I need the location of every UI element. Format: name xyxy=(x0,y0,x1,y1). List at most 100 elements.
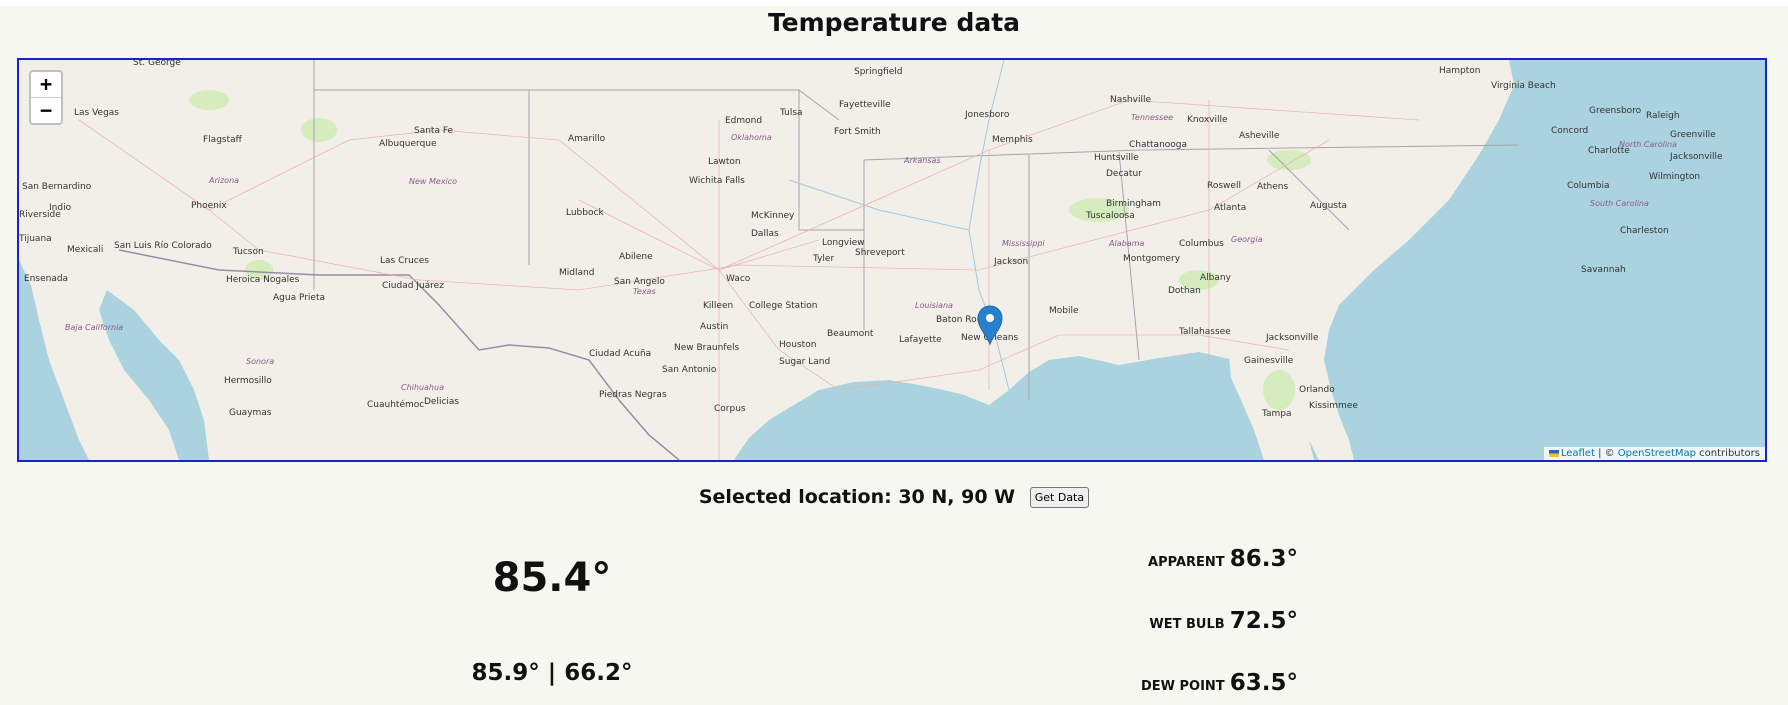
city-label: Kissimmee xyxy=(1309,401,1358,411)
state-label: Chihuahua xyxy=(401,383,444,392)
city-label: Ciudad Acuña xyxy=(589,349,651,359)
map-tiles[interactable]: St. George Springfield Hampton Virginia … xyxy=(19,60,1765,460)
city-label: Ciudad Juárez xyxy=(382,281,444,291)
city-label: Ensenada xyxy=(24,274,68,284)
state-label: Tennessee xyxy=(1131,113,1173,122)
city-label: Phoenix xyxy=(191,201,227,211)
city-label: Orlando xyxy=(1299,385,1335,395)
city-label: Las Cruces xyxy=(380,256,429,266)
metric-value: 63.5° xyxy=(1229,670,1298,696)
city-label: Sugar Land xyxy=(779,357,830,367)
city-label: Delicias xyxy=(424,397,459,407)
city-label: Midland xyxy=(559,268,594,278)
city-label: Nashville xyxy=(1110,95,1151,105)
city-label: Fayetteville xyxy=(839,100,891,110)
metric-label: WET BULB xyxy=(1149,617,1225,632)
city-label: Mobile xyxy=(1049,306,1079,316)
city-label: Houston xyxy=(779,340,816,350)
dew-point-temperature: DEW POINT 63.5° xyxy=(1080,670,1298,696)
city-label: Columbia xyxy=(1567,181,1610,191)
city-label: Jacksonville xyxy=(1669,152,1723,162)
city-label: Albany xyxy=(1200,273,1232,283)
current-temperature: 85.4° xyxy=(492,555,612,601)
wet-bulb-temperature: WET BULB 72.5° xyxy=(1080,608,1298,634)
city-label: Gainesville xyxy=(1244,356,1294,366)
city-label: Las Vegas xyxy=(74,108,119,118)
zoom-control: + − xyxy=(29,70,63,125)
city-label: Lafayette xyxy=(899,335,942,345)
city-label: Agua Prieta xyxy=(273,293,325,303)
city-label: Heroica Nogales xyxy=(226,275,300,285)
city-label: Killeen xyxy=(703,301,733,311)
attribution-suffix: contributors xyxy=(1696,448,1760,459)
city-label: Abilene xyxy=(619,252,653,262)
city-label: Jackson xyxy=(993,257,1028,267)
state-label: Baja California xyxy=(65,323,123,332)
city-label: Augusta xyxy=(1310,201,1347,211)
state-label: Oklahoma xyxy=(731,133,772,142)
city-label: Chattanooga xyxy=(1129,140,1187,150)
city-label: Tallahassee xyxy=(1178,327,1231,337)
city-label: Memphis xyxy=(992,135,1033,145)
city-label: Jonesboro xyxy=(964,110,1010,120)
city-label: Dothan xyxy=(1168,286,1201,296)
get-data-button[interactable]: Get Data xyxy=(1029,487,1090,508)
city-label: San Antonio xyxy=(662,365,717,375)
city-label: Greenville xyxy=(1670,130,1716,140)
osm-link[interactable]: OpenStreetMap xyxy=(1618,448,1696,459)
city-label: Tuscaloosa xyxy=(1085,211,1135,221)
city-label: Knoxville xyxy=(1187,115,1228,125)
city-label: Amarillo xyxy=(568,134,606,144)
city-label: Decatur xyxy=(1106,169,1142,179)
city-label: Concord xyxy=(1551,126,1588,136)
metric-value: 86.3° xyxy=(1229,546,1298,572)
city-label: Beaumont xyxy=(827,329,874,339)
city-label: Longview xyxy=(822,238,865,248)
city-label: Roswell xyxy=(1207,181,1241,191)
city-label: McKinney xyxy=(751,211,795,221)
map-container[interactable]: St. George Springfield Hampton Virginia … xyxy=(17,58,1767,462)
city-label: Dallas xyxy=(751,229,779,239)
city-label: Corpus xyxy=(714,404,746,414)
page-title: Temperature data xyxy=(767,8,1021,37)
metric-label: DEW POINT xyxy=(1140,679,1225,694)
city-label: Wichita Falls xyxy=(689,176,745,186)
city-label: Virginia Beach xyxy=(1491,81,1556,91)
zoom-in-button[interactable]: + xyxy=(31,72,61,97)
city-label: Greensboro xyxy=(1589,106,1642,116)
state-label: Arkansas xyxy=(903,156,941,165)
city-label: Guaymas xyxy=(229,408,272,418)
city-label: Austin xyxy=(700,322,728,332)
leaflet-link[interactable]: Leaflet xyxy=(1561,448,1595,459)
city-label: Wilmington xyxy=(1649,172,1700,182)
city-label: Charleston xyxy=(1620,226,1669,236)
city-label: San Angelo xyxy=(614,277,665,287)
state-label: Arizona xyxy=(208,176,239,185)
city-label: Santa Fe xyxy=(414,126,454,136)
top-band xyxy=(0,0,1788,6)
city-label: Birmingham xyxy=(1106,199,1161,209)
city-label: Tampa xyxy=(1261,409,1292,419)
state-label: Alabama xyxy=(1108,239,1144,248)
state-label: Georgia xyxy=(1231,235,1263,244)
city-label: Tulsa xyxy=(779,108,803,118)
city-label: Waco xyxy=(726,274,751,284)
city-label: Fort Smith xyxy=(834,127,881,137)
city-label: Lawton xyxy=(708,157,741,167)
location-row: Selected location: 30 N, 90 W Get Data xyxy=(0,486,1788,508)
city-label: Columbus xyxy=(1179,239,1224,249)
state-label: North Carolina xyxy=(1619,140,1677,149)
city-label: Flagstaff xyxy=(203,135,243,145)
metric-label: APPARENT xyxy=(1148,555,1225,570)
high-low-temperature: 85.9° | 66.2° xyxy=(471,660,633,686)
city-label: San Luis Río Colorado xyxy=(114,241,212,251)
city-label: Springfield xyxy=(854,67,902,77)
apparent-temperature: APPARENT 86.3° xyxy=(1080,546,1298,572)
state-label: Mississippi xyxy=(1002,239,1045,248)
city-label: Mexicali xyxy=(67,245,103,255)
city-label: College Station xyxy=(749,301,817,311)
city-label: Tijuana xyxy=(19,234,52,244)
zoom-out-button[interactable]: − xyxy=(31,97,61,123)
city-label: Savannah xyxy=(1581,265,1626,275)
city-label: Montgomery xyxy=(1123,254,1181,264)
